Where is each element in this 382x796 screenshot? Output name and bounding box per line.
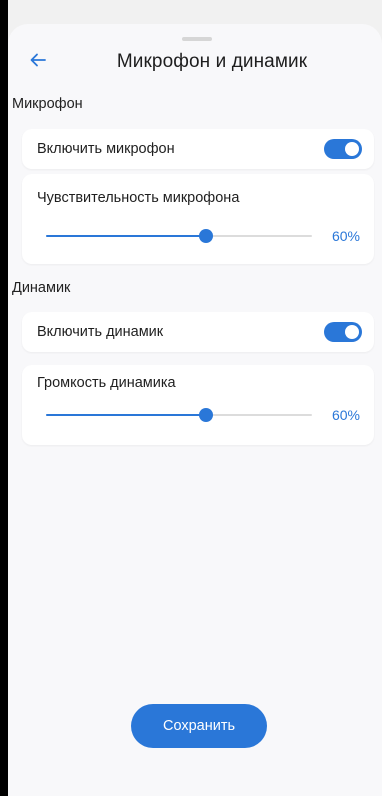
microphone-sensitivity-card: Чувствительность микрофона 60% <box>22 174 374 264</box>
toggle-knob <box>345 142 359 156</box>
settings-sheet: Микрофон и динамик Микрофон Включить мик… <box>8 24 382 796</box>
slider-fill <box>46 414 206 416</box>
microphone-sensitivity-slider[interactable] <box>46 229 312 243</box>
microphone-sensitivity-label: Чувствительность микрофона <box>37 190 240 206</box>
toggle-knob <box>345 325 359 339</box>
enable-microphone-label: Включить микрофон <box>37 141 175 157</box>
section-label-microphone: Микрофон <box>12 96 83 112</box>
speaker-volume-slider[interactable] <box>46 408 312 422</box>
speaker-volume-value: 60% <box>331 407 360 423</box>
save-button[interactable]: Сохранить <box>131 704 267 748</box>
drag-handle[interactable] <box>182 37 212 41</box>
phone-screen: Микрофон и динамик Микрофон Включить мик… <box>8 0 382 796</box>
slider-thumb[interactable] <box>198 229 213 243</box>
speaker-toggle-card: Включить динамик <box>22 312 374 352</box>
page-title: Микрофон и динамик <box>116 51 308 72</box>
microphone-toggle-card: Включить микрофон <box>22 129 374 169</box>
speaker-volume-card: Громкость динамика 60% <box>22 365 374 445</box>
enable-speaker-label: Включить динамик <box>37 324 164 340</box>
section-label-speaker: Динамик <box>12 280 71 296</box>
slider-thumb[interactable] <box>198 408 213 422</box>
microphone-sensitivity-value: 60% <box>331 228 360 244</box>
speaker-volume-label: Громкость динамика <box>37 375 176 391</box>
slider-fill <box>46 235 206 237</box>
enable-microphone-toggle[interactable] <box>324 139 362 159</box>
enable-speaker-toggle[interactable] <box>324 322 362 342</box>
